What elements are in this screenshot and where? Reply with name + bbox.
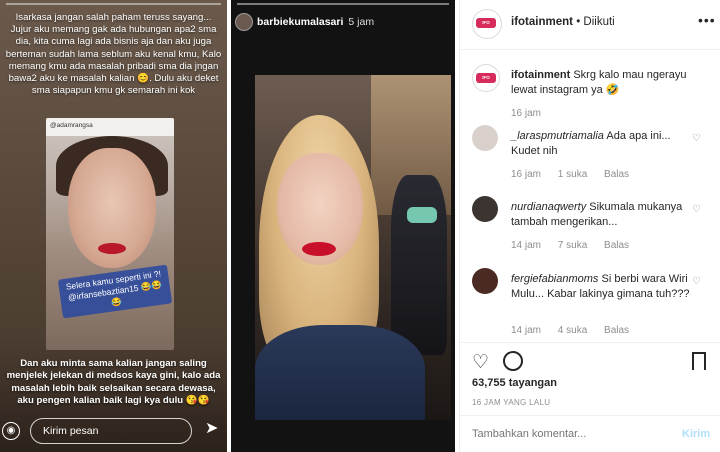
avatar[interactable]: IFO [472,9,502,39]
comment-avatar[interactable] [472,125,498,151]
like-comment-icon[interactable]: ♡ [692,204,701,215]
like-comment-icon[interactable]: ♡ [692,276,701,287]
comment-text-block: nurdianaqwerty Sikumala mukanya tambah m… [511,200,696,230]
comment-icon[interactable] [503,351,523,371]
comment-time[interactable]: 14 jam [511,240,541,251]
story-left: Isarkasa jangan salah paham teruss sayan… [0,0,227,452]
story-middle: barbiekumalasari 5 jam [231,0,455,452]
comment-meta: 16 jam 1 suka Balas [511,169,643,180]
comment-meta: 14 jam 7 suka Balas [511,240,643,251]
story-username-text[interactable]: barbiekumalasari [257,16,343,28]
post-actions: ♡ [460,342,720,382]
reply-input[interactable]: Kirim pesan [30,418,192,444]
post-caption: ifotainment Skrg kalo mau ngerayu lewat … [511,68,711,98]
logo-icon: IFO [476,18,496,28]
comment-avatar[interactable] [472,196,498,222]
story-bottom-text: Dan aku minta sama kalian jangan saling … [6,358,221,407]
heart-icon[interactable]: ♡ [472,351,489,374]
story-progress-bar [237,3,449,5]
camera-icon[interactable]: ◉ [2,422,20,440]
bookmark-icon[interactable] [692,352,706,370]
comment-time[interactable]: 14 jam [511,325,541,336]
comment-likes[interactable]: 4 suka [558,325,587,336]
comment-text-block: fergiefabianmoms Si berbi wara Wiri Mulu… [511,272,696,302]
video-lips [302,242,336,256]
caption-username[interactable]: ifotainment [511,69,570,81]
post-header: IFO ifotainment • Diikuti ••• [460,0,720,50]
story-time: 5 jam [348,16,375,28]
add-comment-bar: Kirim [460,415,720,452]
post-header-name: ifotainment • Diikuti [511,16,615,28]
photo-header: @adamrangsa [46,118,174,136]
video-body [255,325,425,420]
story-top-text: Isarkasa jangan salah paham teruss sayan… [5,12,222,97]
comment-time[interactable]: 16 jam [511,169,541,180]
comment-meta: 14 jam 4 suka Balas [511,325,643,336]
comment-text-block: _laraspmutriamalia Ada apa ini... Kudet … [511,129,696,159]
post-comment-button[interactable]: Kirim [682,428,710,440]
avatar[interactable] [235,13,253,31]
comment-username[interactable]: nurdianaqwerty [511,201,586,213]
caption-time[interactable]: 16 jam [511,108,541,119]
comment-username[interactable]: _laraspmutriamalia [511,130,604,142]
view-count[interactable]: 63,755 tayangan [472,377,557,389]
story-username[interactable]: barbiekumalasari 5 jam [257,16,374,28]
reply-link[interactable]: Balas [604,325,629,336]
story-progress-bar [6,3,221,5]
view-count-text[interactable]: 63,755 tayangan [472,377,557,389]
send-icon[interactable]: ➤ [205,420,223,438]
comment-likes[interactable]: 7 suka [558,240,587,251]
post-panel: IFO ifotainment • Diikuti ••• IFO ifotai… [459,0,720,452]
comment-likes[interactable]: 1 suka [558,169,587,180]
post-username[interactable]: ifotainment [511,16,573,28]
follow-status[interactable]: • Diikuti [576,16,615,28]
add-comment-input[interactable] [472,428,652,440]
photo-username: @adamrangsa [50,122,93,129]
post-age[interactable]: 16 JAM YANG LALU [472,398,550,407]
comment-avatar[interactable] [472,268,498,294]
more-options-icon[interactable]: ••• [698,12,716,28]
caption-avatar[interactable]: IFO [472,64,500,92]
like-comment-icon[interactable]: ♡ [692,133,701,144]
video-person-background [391,175,447,355]
logo-icon: IFO [476,73,496,83]
comment-username[interactable]: fergiefabianmoms [511,273,598,285]
reply-link[interactable]: Balas [604,169,629,180]
reply-link[interactable]: Balas [604,240,629,251]
photo-lips [98,243,126,254]
video-face-mask [407,207,437,223]
story-video [255,75,451,420]
